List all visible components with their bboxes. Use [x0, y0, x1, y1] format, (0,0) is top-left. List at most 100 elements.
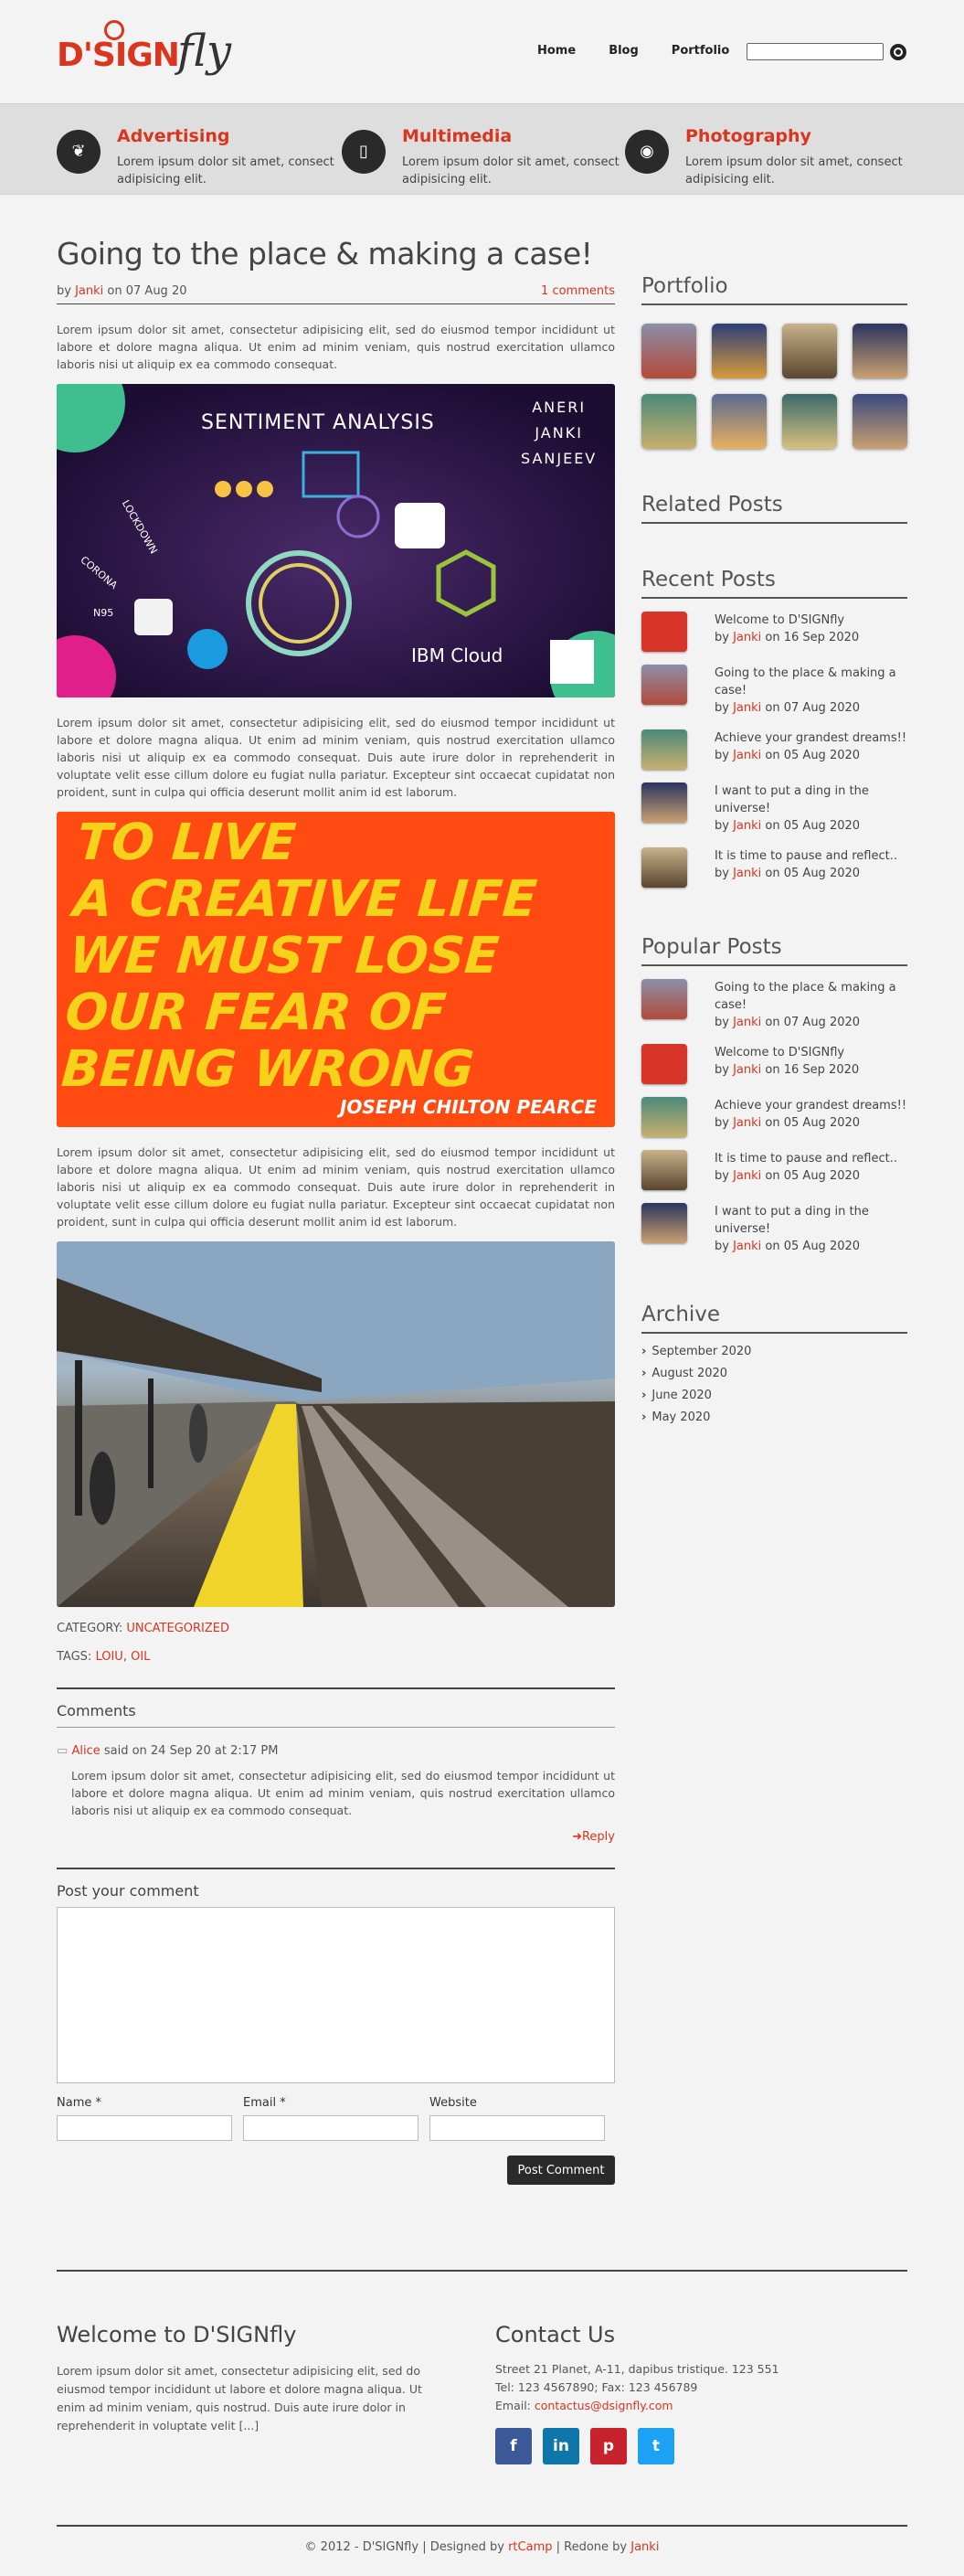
copyright-divider [57, 2525, 907, 2527]
rtcamp-link[interactable]: rtCamp [508, 2540, 552, 2554]
feature-text: Lorem ipsum dolor sit amet, consect adip… [402, 155, 620, 186]
search-input[interactable] [747, 43, 884, 60]
post-thumb [641, 612, 687, 652]
nav-blog[interactable]: Blog [609, 44, 639, 58]
post-date: on 05 Aug 2020 [765, 1169, 861, 1183]
post-link[interactable]: I want to put a ding in the universe! [715, 782, 907, 817]
contact-email-link[interactable]: contactus@dsignfly.com [535, 2399, 673, 2412]
popular-post-item[interactable]: I want to put a ding in the universe! by … [641, 1203, 907, 1255]
archive-link[interactable]: August 2020 [641, 1367, 907, 1380]
archive-link[interactable]: June 2020 [641, 1389, 907, 1402]
redone-author-link[interactable]: Janki [630, 2540, 659, 2554]
recent-post-item[interactable]: Welcome to D'SIGNfly by Janki on 16 Sep 2… [641, 612, 907, 652]
post-link[interactable]: Welcome to D'SIGNfly [715, 612, 859, 629]
author-link[interactable]: Janki [733, 867, 761, 880]
popular-post-item[interactable]: Welcome to D'SIGNfly by Janki on 16 Sep 2… [641, 1044, 907, 1084]
post-thumb [641, 665, 687, 705]
name-field[interactable] [57, 2115, 232, 2141]
portfolio-thumb[interactable] [641, 324, 696, 378]
comments-link[interactable]: 1 comments [541, 284, 615, 298]
speech-bubble-icon: ▭ [57, 1744, 69, 1758]
tags-line: TAGS: LOIU, OIL [57, 1650, 151, 1664]
post-link[interactable]: It is time to pause and reflect.. [715, 847, 897, 865]
author-link[interactable]: Janki [733, 631, 761, 644]
pinterest-icon[interactable]: p [590, 2428, 627, 2464]
post-link[interactable]: Going to the place & making a case! [715, 979, 907, 1014]
by-label: by [715, 749, 729, 762]
website-field[interactable] [429, 2115, 605, 2141]
copyright: © 2012 - D'SIGNfly | Designed by rtCamp … [0, 2540, 964, 2554]
portfolio-thumb[interactable] [641, 394, 696, 449]
camera-icon: ◉ [625, 130, 669, 174]
logo-script: fly [177, 26, 232, 77]
feature-title[interactable]: Multimedia [402, 126, 512, 146]
category-label: CATEGORY: [57, 1622, 123, 1635]
by-label: by [715, 1063, 729, 1077]
post-link[interactable]: Achieve your grandest dreams!! [715, 1097, 906, 1114]
portfolio-thumb[interactable] [712, 394, 767, 449]
popular-post-item[interactable]: It is time to pause and reflect.. by Jank… [641, 1150, 907, 1190]
author-link[interactable]: Janki [733, 1063, 761, 1077]
post-comment-button[interactable]: Post Comment [507, 2156, 615, 2185]
author-link[interactable]: Janki [733, 819, 761, 833]
popular-heading: Popular Posts [641, 935, 907, 966]
author-link[interactable]: Janki [733, 1240, 761, 1253]
search-icon[interactable] [890, 44, 906, 60]
post-link[interactable]: Welcome to D'SIGNfly [715, 1044, 859, 1061]
post-title[interactable]: Going to the place & making a case! [57, 236, 615, 271]
by-label: by [715, 1169, 729, 1183]
nav-portfolio[interactable]: Portfolio [672, 44, 730, 58]
category-link[interactable]: UNCATEGORIZED [126, 1622, 229, 1635]
feature-title[interactable]: Advertising [117, 126, 230, 146]
recent-post-item[interactable]: Achieve your grandest dreams!! by Janki o… [641, 729, 907, 770]
tag-link[interactable]: LOIU [95, 1650, 122, 1664]
post-date: on 16 Sep 2020 [765, 1063, 860, 1077]
name-label: Name * [57, 2096, 101, 2110]
post-date: on 05 Aug 2020 [765, 819, 861, 833]
author-link[interactable]: Janki [733, 749, 761, 762]
recent-post-item[interactable]: I want to put a ding in the universe! by … [641, 782, 907, 835]
reply-button[interactable]: ➜Reply [57, 1830, 615, 1844]
comment-author[interactable]: Alice [71, 1744, 100, 1758]
post-link[interactable]: Going to the place & making a case! [715, 665, 907, 699]
feature-band: ❦ Advertising Lorem ipsum dolor sit amet… [0, 103, 964, 195]
portfolio-thumb[interactable] [853, 324, 907, 378]
feature-title[interactable]: Photography [685, 126, 811, 146]
post-thumb [641, 847, 687, 888]
archive-heading: Archive [641, 1303, 907, 1334]
nav-home[interactable]: Home [537, 44, 576, 58]
portfolio-thumb[interactable] [853, 394, 907, 449]
facebook-icon[interactable]: f [495, 2428, 532, 2464]
author-link[interactable]: Janki [75, 284, 103, 298]
author-link[interactable]: Janki [733, 1169, 761, 1183]
post-link[interactable]: It is time to pause and reflect.. [715, 1150, 897, 1167]
archive-link[interactable]: May 2020 [641, 1410, 907, 1424]
site-logo[interactable]: D'SIGN fly [57, 20, 239, 84]
author-link[interactable]: Janki [733, 1016, 761, 1029]
author-link[interactable]: Janki [733, 701, 761, 715]
post-thumb [641, 729, 687, 770]
portfolio-thumb[interactable] [782, 394, 837, 449]
comment-textarea[interactable] [57, 1907, 615, 2083]
linkedin-icon[interactable]: in [543, 2428, 579, 2464]
email-field[interactable] [243, 2115, 418, 2141]
post-link[interactable]: Achieve your grandest dreams!! [715, 729, 906, 747]
popular-post-item[interactable]: Going to the place & making a case! by Ja… [641, 979, 907, 1031]
portfolio-thumb[interactable] [782, 324, 837, 378]
footer-welcome: Welcome to D'SIGNfly Lorem ipsum dolor s… [57, 2322, 450, 2435]
tag-link[interactable]: OIL [131, 1650, 150, 1664]
leaf-icon: ❦ [57, 130, 101, 174]
recent-post-item[interactable]: It is time to pause and reflect.. by Jank… [641, 847, 907, 888]
header: D'SIGN fly Home Blog Portfolio [0, 0, 964, 103]
by-label: by [715, 701, 729, 715]
post-link[interactable]: I want to put a ding in the universe! [715, 1203, 907, 1238]
footer-contact-title: Contact Us [495, 2322, 616, 2347]
author-link[interactable]: Janki [733, 1116, 761, 1130]
quote-line: TO LIVE [75, 813, 298, 871]
popular-post-item[interactable]: Achieve your grandest dreams!! by Janki o… [641, 1097, 907, 1137]
feature-photography: ◉ Photography Lorem ipsum dolor sit amet… [625, 117, 903, 186]
twitter-icon[interactable]: t [638, 2428, 674, 2464]
recent-post-item[interactable]: Going to the place & making a case! by Ja… [641, 665, 907, 717]
archive-link[interactable]: September 2020 [641, 1345, 907, 1358]
portfolio-thumb[interactable] [712, 324, 767, 378]
